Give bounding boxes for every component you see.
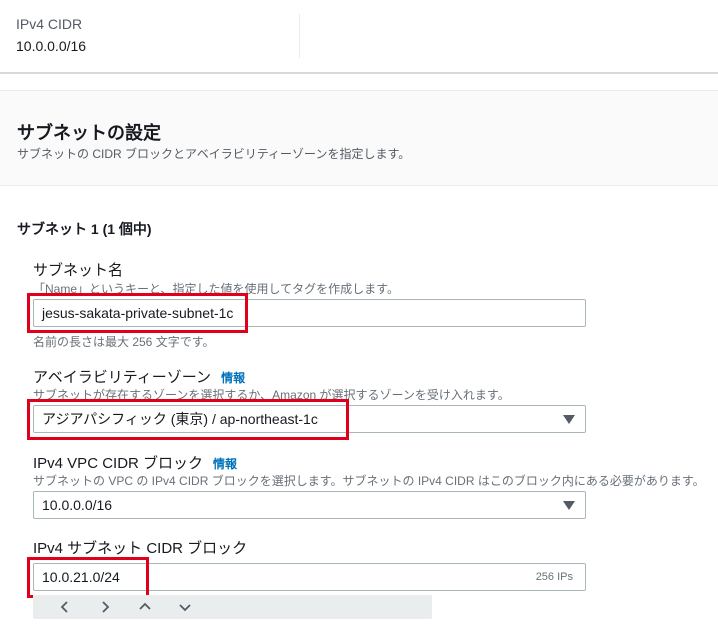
vpc-summary-card: IPv4 CIDR 10.0.0.0/16 — [0, 0, 718, 74]
ip-count-suffix: 256 IPs — [535, 571, 573, 583]
az-select[interactable]: アジアパシフィック (東京) / ap-northeast-1c — [33, 405, 586, 433]
subnet-settings-header: サブネットの設定 サブネットの CIDR ブロックとアベイラビリティーゾーンを指… — [0, 90, 718, 186]
az-description: サブネットが存在するゾーンを選択するか、Amazon が選択するゾーンを受け入れ… — [33, 388, 510, 402]
subnet-name-value: jesus-sakata-private-subnet-1c — [42, 305, 234, 321]
caret-down-icon — [563, 415, 575, 424]
vpc-cidr-value: 10.0.0.0/16 — [16, 38, 87, 54]
subnet-name-input[interactable]: jesus-sakata-private-subnet-1c — [33, 299, 586, 327]
az-info-link[interactable]: 情報 — [221, 371, 245, 385]
az-label: アベイラビリティーゾーン — [33, 369, 212, 386]
section-title: サブネットの設定 — [17, 123, 161, 143]
vpc-cidr-block-label: IPv4 VPC CIDR ブロック — [33, 455, 204, 472]
chevron-left-icon[interactable] — [45, 596, 85, 618]
subnet-name-label: サブネット名 — [33, 262, 124, 279]
vpc-cidr-description: サブネットの VPC の IPv4 CIDR ブロックを選択します。サブネットの… — [33, 474, 705, 488]
chevron-down-icon[interactable] — [165, 596, 205, 618]
az-selected-value: アジアパシフィック (東京) / ap-northeast-1c — [42, 411, 318, 427]
subnet-heading: サブネット 1 (1 個中) — [17, 221, 152, 237]
subnet-cidr-value: 10.0.21.0/24 — [42, 569, 120, 585]
subnet-name-description: 「Name」というキーと、指定した値を使用してタグを作成します。 — [33, 282, 399, 296]
chevron-right-icon[interactable] — [85, 596, 125, 618]
subnet-name-constraint: 名前の長さは最大 256 文字です。 — [33, 335, 215, 349]
cidr-stepper — [33, 595, 432, 619]
caret-down-icon — [563, 501, 575, 510]
vpc-cidr-selected-value: 10.0.0.0/16 — [42, 497, 113, 513]
vpc-cidr-select[interactable]: 10.0.0.0/16 — [33, 491, 586, 519]
vpc-cidr-info-link[interactable]: 情報 — [213, 457, 237, 471]
vpc-cidr-label-row: IPv4 VPC CIDR ブロック 情報 — [33, 452, 237, 473]
chevron-up-icon[interactable] — [125, 596, 165, 618]
vpc-cidr-label: IPv4 CIDR — [16, 16, 83, 32]
section-gap — [0, 74, 718, 90]
subnet-cidr-input[interactable]: 10.0.21.0/24 256 IPs — [33, 563, 586, 591]
subnet-cidr-label: IPv4 サブネット CIDR ブロック — [33, 540, 248, 557]
az-label-row: アベイラビリティーゾーン 情報 — [33, 366, 245, 387]
section-description: サブネットの CIDR ブロックとアベイラビリティーゾーンを指定します。 — [17, 147, 411, 161]
column-divider — [299, 14, 300, 58]
